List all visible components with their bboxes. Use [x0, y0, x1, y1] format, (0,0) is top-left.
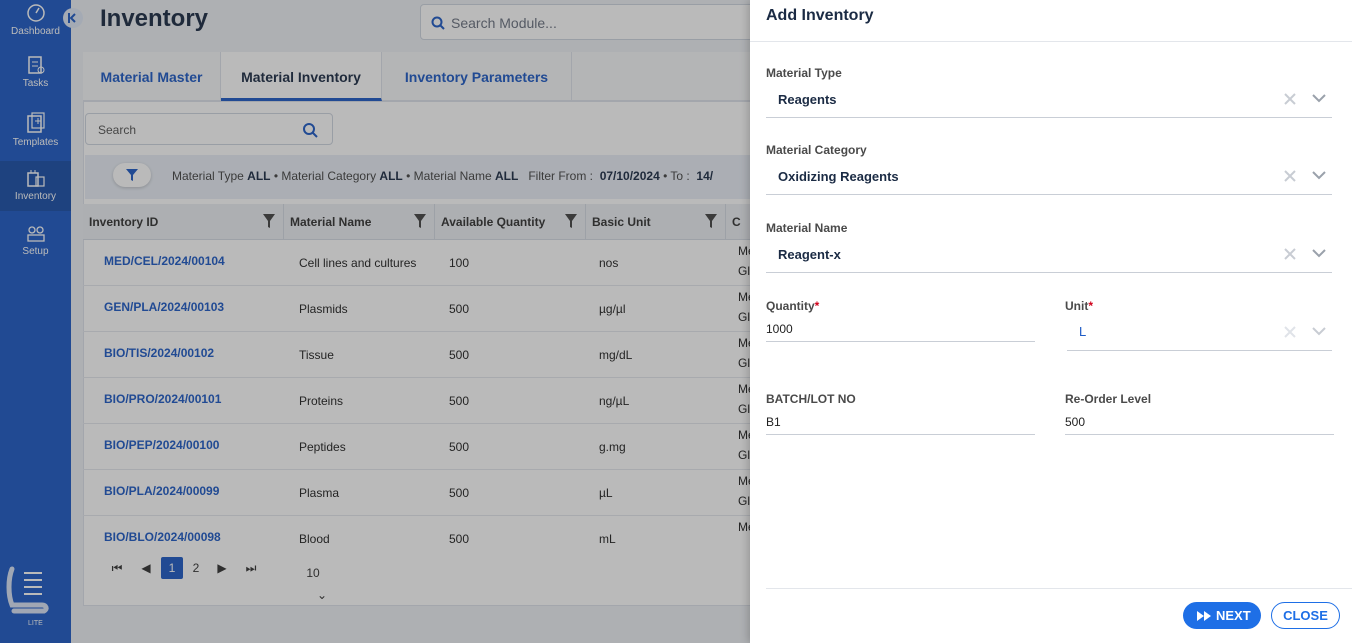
clear-icon[interactable] — [1284, 248, 1296, 260]
add-inventory-drawer: Add Inventory Material Type Reagents Mat… — [750, 0, 1352, 643]
material-type-value: Reagents — [778, 92, 837, 107]
material-type-select[interactable]: Reagents — [766, 78, 1332, 118]
quantity-input[interactable]: 1000 — [766, 306, 1035, 342]
fast-forward-icon — [1197, 611, 1211, 621]
clear-icon[interactable] — [1284, 326, 1296, 338]
batch-input[interactable]: B1 — [766, 399, 1035, 435]
clear-icon[interactable] — [1284, 170, 1296, 182]
chevron-down-icon[interactable] — [1312, 94, 1326, 103]
close-button[interactable]: CLOSE — [1271, 602, 1340, 629]
material-category-value: Oxidizing Reagents — [778, 169, 899, 184]
batch-value: B1 — [766, 415, 781, 429]
modal-overlay[interactable] — [0, 0, 750, 643]
drawer-title: Add Inventory — [766, 7, 874, 24]
material-name-value: Reagent-x — [778, 247, 841, 262]
reorder-level-input[interactable]: 500 — [1065, 399, 1334, 435]
divider — [766, 588, 1352, 589]
chevron-down-icon[interactable] — [1312, 327, 1326, 336]
clear-icon[interactable] — [1284, 93, 1296, 105]
unit-select[interactable]: L — [1067, 311, 1332, 351]
next-button[interactable]: NEXT — [1183, 602, 1261, 629]
quantity-value: 1000 — [766, 322, 793, 336]
reorder-level-value: 500 — [1065, 415, 1086, 429]
material-category-select[interactable]: Oxidizing Reagents — [766, 155, 1332, 195]
unit-value: L — [1079, 324, 1087, 339]
chevron-down-icon[interactable] — [1312, 249, 1326, 258]
chevron-down-icon[interactable] — [1312, 171, 1326, 180]
divider — [750, 41, 1352, 42]
material-name-select[interactable]: Reagent-x — [766, 233, 1332, 273]
